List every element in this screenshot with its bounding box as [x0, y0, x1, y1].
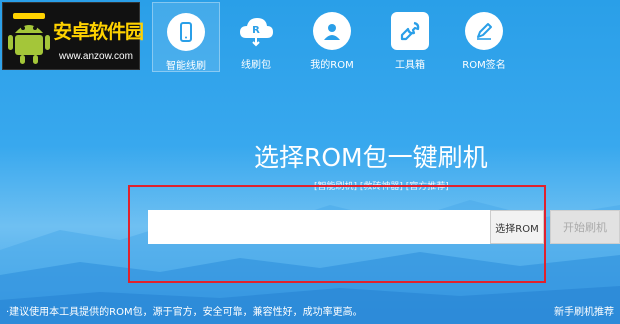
brand-name: 安卓软件园 [53, 21, 144, 43]
brand-url: www.anzow.com [59, 51, 133, 62]
nav-item-rom-signature[interactable]: ROM签名 [450, 2, 518, 72]
brand-logo: 安卓软件园 www.anzow.com [2, 2, 144, 70]
nav-label: 线刷包 [241, 60, 271, 71]
nav-item-toolbox[interactable]: 工具箱 [376, 2, 444, 72]
rom-path-input[interactable] [148, 210, 490, 244]
footer-notice: ·建议使用本工具提供的ROM包，源于官方，安全可靠，兼容性好，成功率更高。 [6, 307, 363, 318]
nav-item-smart-flash[interactable]: 智能线刷 [152, 2, 220, 72]
page-title: 选择ROM包一键刷机 [254, 143, 488, 172]
wrench-icon [391, 12, 429, 50]
beginner-recommend-link[interactable]: 新手刷机推荐 [554, 303, 614, 318]
pen-icon [465, 12, 503, 50]
cloud-r-icon: R [237, 12, 275, 50]
nav-item-flash-package[interactable]: R 线刷包 [222, 2, 290, 72]
nav-item-my-rom[interactable]: 我的ROM [298, 2, 366, 72]
phone-icon [167, 13, 205, 51]
user-icon [313, 12, 351, 50]
choose-rom-button[interactable]: 选择ROM [490, 210, 544, 244]
android-robot-icon [8, 13, 50, 64]
svg-text:R: R [252, 25, 260, 36]
nav-label: 工具箱 [395, 60, 425, 71]
nav-label: ROM签名 [462, 60, 506, 71]
nav-label: 智能线刷 [166, 61, 206, 72]
nav-label: 我的ROM [310, 60, 354, 71]
start-flash-button[interactable]: 开始刷机 [550, 210, 620, 244]
